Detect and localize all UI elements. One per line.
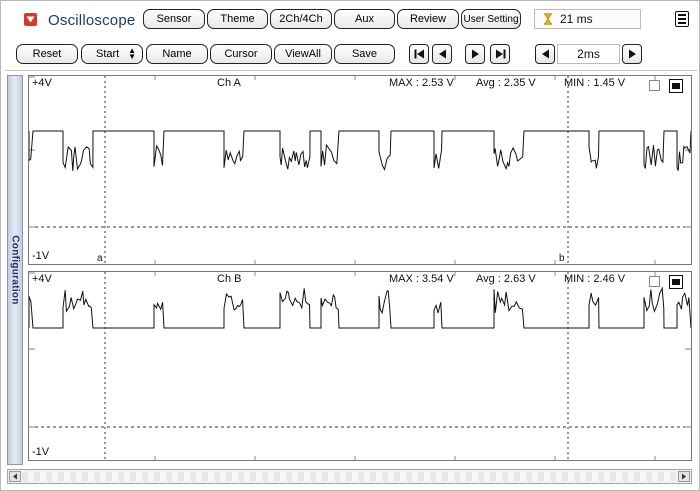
step-forward-icon[interactable] <box>465 44 485 64</box>
channel-b-max: MAX : 3.54 V <box>389 273 454 285</box>
scroll-right-icon[interactable] <box>678 471 690 482</box>
timebase-increase-icon[interactable] <box>622 44 642 64</box>
start-select-label: Start <box>96 48 120 60</box>
scroll-left-icon[interactable] <box>9 471 21 482</box>
toolbar-divider <box>5 70 697 71</box>
save-button[interactable]: Save <box>334 44 395 64</box>
channel-a-plot[interactable] <box>29 76 691 264</box>
review-button[interactable]: Review <box>397 9 459 29</box>
start-select[interactable]: Start ▲ ▼ <box>81 44 143 64</box>
cursor-a-label: a <box>97 253 103 264</box>
channel-b-panel: +4V Ch B MAX : 3.54 V Avg : 2.63 V MIN :… <box>28 271 692 461</box>
cursor-b-label: b <box>559 253 565 264</box>
channel-a-max: MAX : 2.53 V <box>389 77 454 89</box>
channel-a-avg: Avg : 2.35 V <box>476 77 536 89</box>
viewall-button[interactable]: ViewAll <box>274 44 332 64</box>
channel-count-button[interactable]: 2Ch/4Ch <box>270 9 332 29</box>
name-button[interactable]: Name <box>146 44 208 64</box>
timer-display: 21 ms <box>534 9 641 29</box>
configuration-label: Configuration <box>9 235 21 305</box>
channel-b-name: Ch B <box>217 273 242 285</box>
scroll-track[interactable] <box>22 472 677 481</box>
channel-b-checkbox[interactable] <box>649 276 660 287</box>
user-setting-button[interactable]: User Setting <box>461 9 521 29</box>
theme-button[interactable]: Theme <box>207 9 268 29</box>
channel-b-bottom-scale: -1V <box>32 446 50 458</box>
channel-b-waveform <box>29 286 691 329</box>
skip-first-icon[interactable] <box>409 44 429 64</box>
channel-a-min: MIN : 1.45 V <box>564 77 626 89</box>
timebase-decrease-icon[interactable] <box>535 44 555 64</box>
channel-a-name: Ch A <box>217 77 241 89</box>
reset-button[interactable]: Reset <box>16 44 78 64</box>
channel-b-expand-toggle[interactable] <box>669 275 683 289</box>
app-menu-icon[interactable] <box>24 13 37 26</box>
timer-value: 21 ms <box>560 12 593 26</box>
channel-b-min: MIN : 2.46 V <box>564 273 626 285</box>
cursor-button[interactable]: Cursor <box>210 44 272 64</box>
channel-a-checkbox[interactable] <box>649 80 660 91</box>
channel-a-expand-toggle[interactable] <box>669 79 683 93</box>
channel-a-top-scale: +4V <box>32 77 52 89</box>
menu-icon[interactable] <box>675 11 689 27</box>
app-title: Oscilloscope <box>48 12 136 29</box>
oscilloscope-window: Oscilloscope Sensor Theme 2Ch/4Ch Aux Re… <box>0 0 700 491</box>
channel-a-panel: +4V Ch A MAX : 2.53 V Avg : 2.35 V MIN :… <box>28 75 692 265</box>
configuration-tab[interactable]: Configuration <box>7 75 23 465</box>
skip-last-icon[interactable] <box>490 44 510 64</box>
step-back-icon[interactable] <box>432 44 452 64</box>
horizontal-scrollbar[interactable] <box>7 469 692 484</box>
channel-a-bottom-scale: -1V <box>32 250 50 262</box>
channel-a-waveform <box>29 130 691 171</box>
channel-b-avg: Avg : 2.63 V <box>476 273 536 285</box>
hourglass-icon <box>543 13 553 25</box>
select-arrows-icon: ▲ ▼ <box>128 46 136 61</box>
channel-b-top-scale: +4V <box>32 273 52 285</box>
channel-b-plot[interactable] <box>29 272 691 460</box>
timebase-value: 2ms <box>557 44 620 64</box>
aux-button[interactable]: Aux <box>334 9 395 29</box>
sensor-button[interactable]: Sensor <box>143 9 205 29</box>
